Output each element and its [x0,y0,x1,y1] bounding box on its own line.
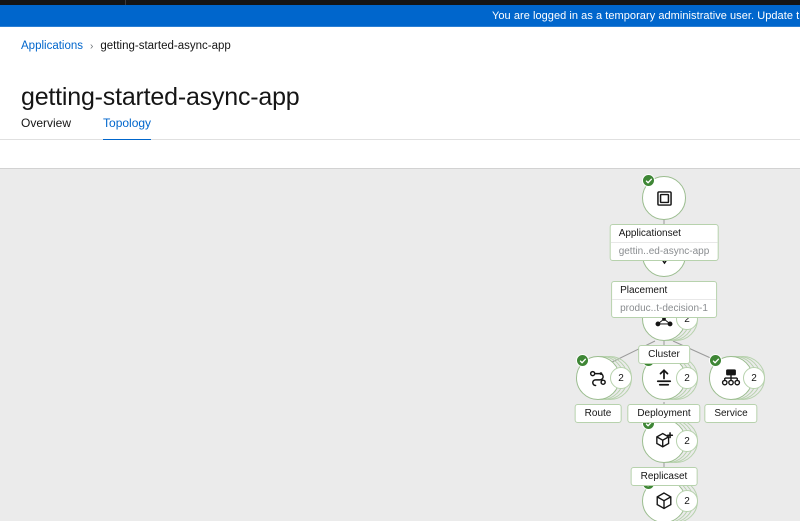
applicationset-node-label: Applicationset gettin..ed-async-app [609,224,719,261]
topology-canvas[interactable]: Applicationset gettin..ed-async-app Plac… [0,168,800,521]
replicaset-node-label: Replicaset [630,467,698,486]
placement-type-label: Placement [620,285,668,296]
placement-name-label: produc..t-decision-1 [612,299,716,317]
breadcrumb-current: getting-started-async-app [100,40,231,52]
service-node-label: Service [704,404,758,423]
deployment-icon [653,367,675,389]
pod-icon [653,490,675,512]
replicaset-icon [653,430,675,452]
service-icon [720,367,742,389]
deployment-type-label: Deployment [637,408,691,419]
page-title: getting-started-async-app [21,82,300,111]
route-icon [587,367,609,389]
replicaset-type-label: Replicaset [640,471,688,482]
breadcrumb-applications-link[interactable]: Applications [21,40,83,52]
applicationset-status-badge [642,174,655,187]
application-topology-page: You are logged in as a temporary adminis… [0,0,800,521]
pod-count-badge: 2 [676,490,698,512]
breadcrumb-separator-icon: › [90,40,94,52]
cluster-type-label: Cluster [648,349,680,360]
tab-overview[interactable]: Overview [21,110,88,141]
admin-notice-text: You are logged in as a temporary adminis… [492,9,800,23]
applicationset-type-label: Applicationset [618,228,681,239]
breadcrumb: Applications › getting-started-async-app [21,40,231,52]
route-count-badge: 2 [610,367,632,389]
deployment-count-badge: 2 [676,367,698,389]
tab-topology[interactable]: Topology [88,110,166,141]
route-node-label: Route [574,404,622,423]
route-status-badge [576,354,589,367]
service-status-badge [709,354,722,367]
cluster-node-label: Cluster [638,345,690,364]
applicationset-name-label: gettin..ed-async-app [610,242,718,260]
placement-node-label: Placement produc..t-decision-1 [611,281,717,318]
deployment-node-label: Deployment [627,404,701,423]
service-count-badge: 2 [743,367,765,389]
route-type-label: Route [584,408,612,419]
applicationset-icon [654,188,675,209]
service-type-label: Service [714,408,748,419]
admin-notice-message: You are logged in as a temporary adminis… [492,10,800,22]
replicaset-count-badge: 2 [676,430,698,452]
tab-bar: Overview Topology [21,110,166,141]
admin-notice-banner: You are logged in as a temporary adminis… [0,5,800,26]
header-spacer [0,140,800,168]
page-header: Applications › getting-started-async-app… [0,27,800,141]
